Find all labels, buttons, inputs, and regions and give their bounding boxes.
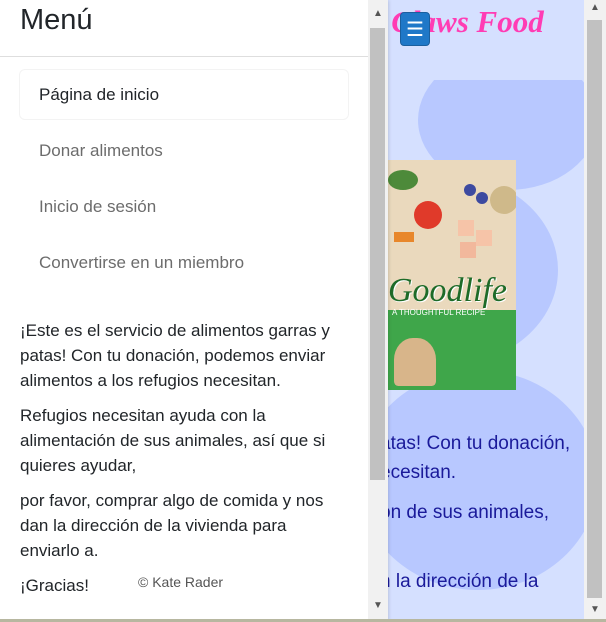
scroll-down-arrow-icon[interactable]: ▼ [590,604,600,615]
background-text-line: ecesitan. [380,462,457,483]
help-paragraph: Refugios necesitan ayuda con la alimenta… [20,406,326,475]
offcanvas-menu: Menú Página de inicio Donar alimentos In… [0,0,388,622]
page-scrollbar-thumb[interactable] [587,20,602,598]
instructions-paragraph: por favor, comprar algo de comida y nos … [20,491,324,560]
menu-nav: Página de inicio Donar alimentos Inicio … [20,70,348,294]
nav-item-login[interactable]: Inicio de sesión [20,182,348,231]
nav-item-donar[interactable]: Donar alimentos [20,126,348,175]
scroll-down-arrow-icon[interactable]: ▼ [373,600,383,611]
menu-toggle-button[interactable]: ☰ [400,12,430,46]
background-text-line: n la dirección de la [380,571,539,592]
intro-paragraph: ¡Este es el servicio de alimentos garras… [20,321,330,390]
offcanvas-header: Menú [0,0,368,57]
product-image: Goodlife A THOUGHTFUL RECIPE [388,160,516,390]
page-scrollbar[interactable]: ▲ ▼ [584,0,606,622]
offcanvas-body: ¡Este es el servicio de alimentos garras… [20,318,350,608]
food-illustration [388,170,516,258]
background-text-line: atas! Con tu donación, [380,433,571,454]
cat-illustration [394,338,436,386]
offcanvas-title: Menú [20,4,93,36]
nav-item-miembro[interactable]: Convertirse en un miembro [20,238,348,287]
offcanvas-scrollbar[interactable]: ▲ ▼ [368,0,388,622]
scroll-up-arrow-icon[interactable]: ▲ [590,2,600,13]
offcanvas-scrollbar-thumb[interactable] [370,28,385,480]
product-logo: Goodlife [388,272,507,309]
nav-item-inicio[interactable]: Página de inicio [20,70,348,119]
product-subtitle: A THOUGHTFUL RECIPE [392,308,486,317]
background-text-line: ón de sus animales, [380,502,549,523]
site-title: d Claws Food [368,4,544,39]
scroll-up-arrow-icon[interactable]: ▲ [373,8,383,19]
footer-copyright: © Kate Rader [138,574,224,590]
